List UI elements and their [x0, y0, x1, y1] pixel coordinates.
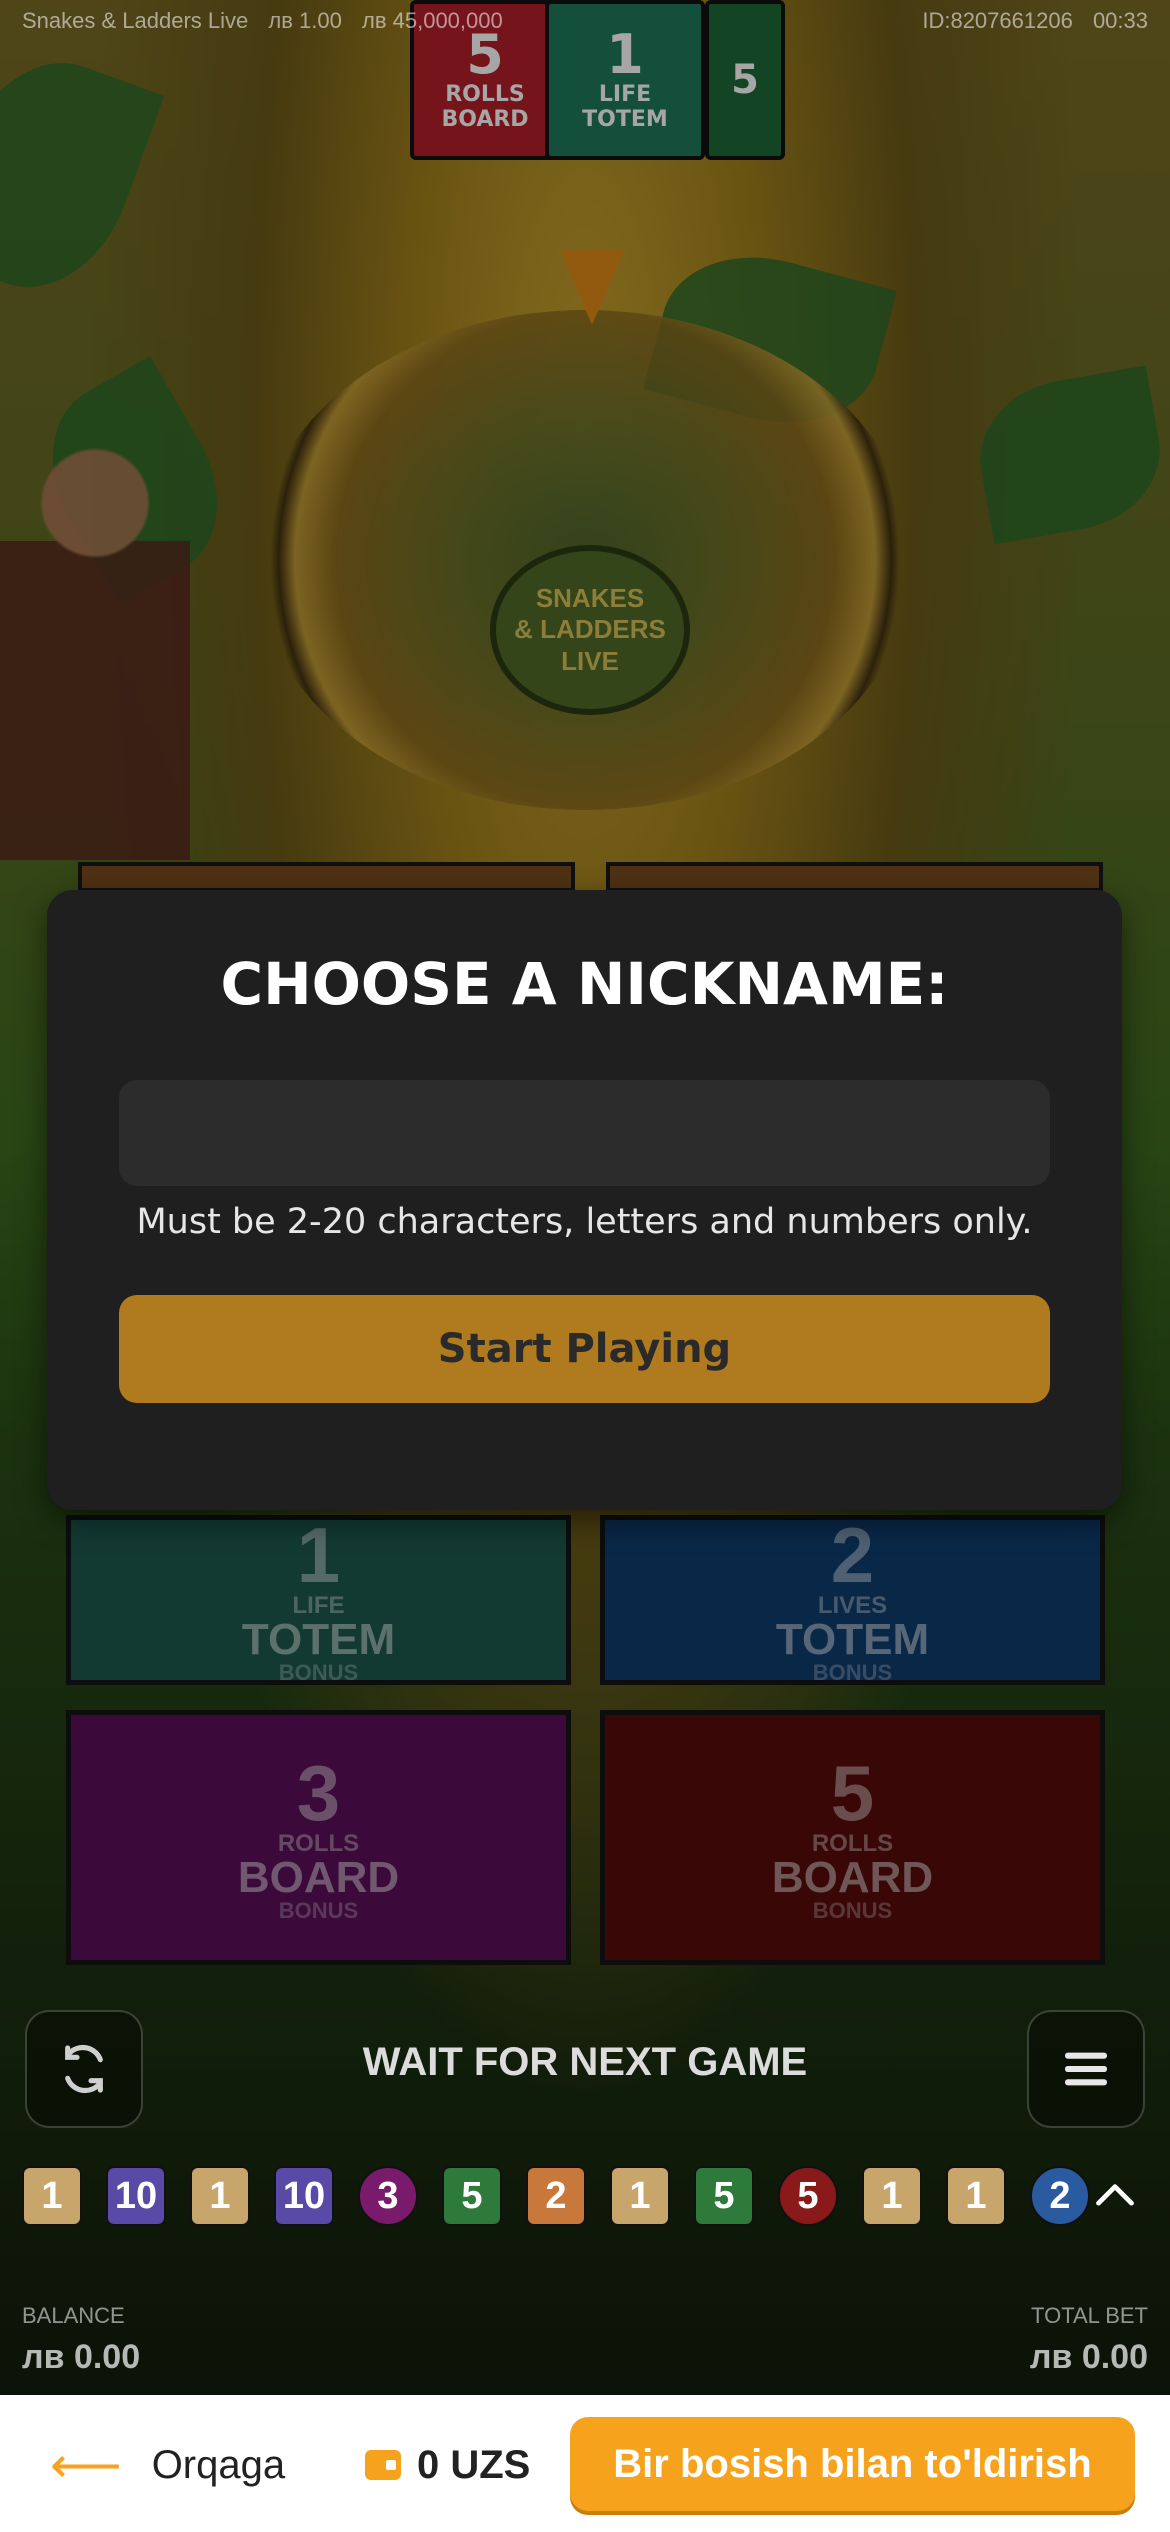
- history-result-chip: 10: [274, 2166, 334, 2226]
- history-result-chip: 1: [190, 2166, 250, 2226]
- total-bet-value: лв 0.00: [1029, 2338, 1148, 2376]
- history-result-chip: 3: [358, 2166, 418, 2226]
- balance-value: лв 0.00: [22, 2338, 141, 2376]
- results-history: 1 10 1 10 3 5 2 1 5 5 1 1 2: [22, 2165, 1148, 2227]
- arrow-left-icon: ⟵: [50, 2437, 122, 2493]
- game-info-bar: Snakes & Ladders Live лв 1.00 лв 45,000,…: [22, 8, 1148, 40]
- min-bet: лв 1.00: [268, 8, 342, 33]
- wallet-value: 0 UZS: [417, 2442, 531, 2487]
- history-result-chip: 5: [694, 2166, 754, 2226]
- chevron-up-icon: [1096, 2184, 1134, 2206]
- history-result-chip: 1: [610, 2166, 670, 2226]
- nickname-dialog: CHOOSE A NICKNAME: Must be 2-20 characte…: [47, 890, 1122, 1510]
- round-id: ID:8207661206: [922, 8, 1073, 33]
- nickname-hint: Must be 2-20 characters, letters and num…: [136, 1202, 1033, 1242]
- history-result-chip: 2: [1030, 2166, 1090, 2226]
- back-label: Orqaga: [151, 2442, 286, 2487]
- back-button[interactable]: ⟵ Orqaga: [50, 2435, 285, 2495]
- history-result-chip: 10: [106, 2166, 166, 2226]
- game-time: 00:33: [1092, 8, 1148, 33]
- nickname-input[interactable]: [119, 1080, 1050, 1186]
- menu-button[interactable]: [1027, 2010, 1145, 2128]
- wallet-balance: 0 UZS: [365, 2435, 530, 2495]
- history-result-chip: 5: [778, 2166, 838, 2226]
- wait-for-next-game-label: WAIT FOR NEXT GAME: [362, 2040, 808, 2084]
- history-result-chip: 1: [862, 2166, 922, 2226]
- balance-label: BALANCE: [22, 2303, 125, 2328]
- menu-icon: [1065, 2052, 1107, 2086]
- bottom-bar: ⟵ Orqaga 0 UZS Bir bosish bilan to'ldiri…: [0, 2395, 1170, 2532]
- dialog-title: CHOOSE A NICKNAME:: [220, 950, 949, 1018]
- history-result-chip: 1: [946, 2166, 1006, 2226]
- game-name: Snakes & Ladders Live: [22, 8, 249, 33]
- history-result-chip: 1: [22, 2166, 82, 2226]
- refresh-button[interactable]: [25, 2010, 143, 2128]
- expand-history-button[interactable]: [1093, 2172, 1137, 2216]
- history-result-chip: 5: [442, 2166, 502, 2226]
- total-bet-label: TOTAL BET: [1031, 2303, 1148, 2328]
- wallet-icon: [365, 2450, 401, 2480]
- start-playing-button[interactable]: Start Playing: [119, 1295, 1050, 1403]
- history-result-chip: 2: [526, 2166, 586, 2226]
- max-bet: лв 45,000,000: [361, 8, 503, 33]
- refresh-icon: [65, 2045, 103, 2093]
- one-click-topup-button[interactable]: Bir bosish bilan to'ldirish: [570, 2417, 1135, 2511]
